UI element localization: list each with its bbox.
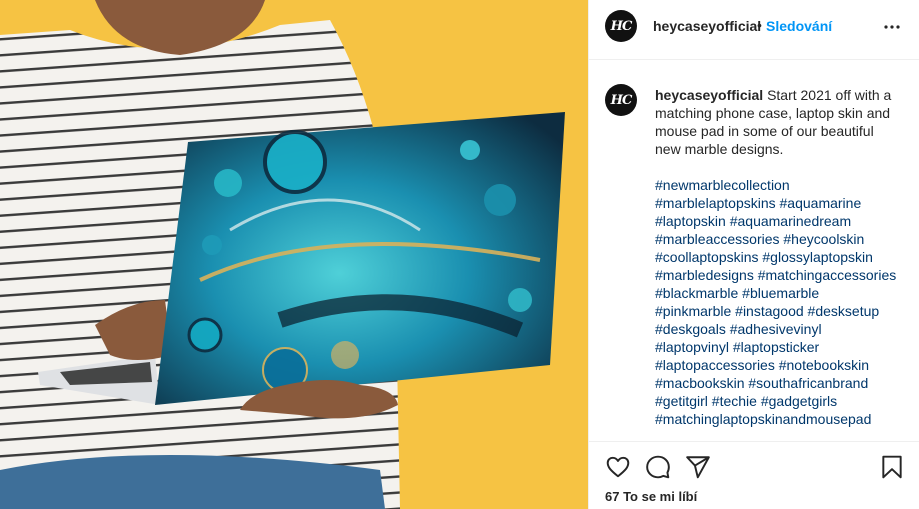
caption: heycaseyofficial Start 2021 off with a m… <box>655 86 901 428</box>
hashtag-list: #newmarblecollection #marblelaptopskins … <box>655 176 901 428</box>
hashtag-line[interactable]: #marbleaccessories #heycoolskin <box>655 231 864 247</box>
hashtag-line[interactable]: #laptopaccessories #notebookskin <box>655 357 869 373</box>
hashtag-line[interactable]: #deskgoals #adhesivevinyl <box>655 321 822 337</box>
bookmark-icon[interactable] <box>879 454 905 480</box>
hashtag-line[interactable]: #pinkmarble #instagood #desksetup <box>655 303 879 319</box>
hashtag-line[interactable]: #blackmarble #bluemarble <box>655 285 819 301</box>
hashtag-line[interactable]: #laptopskin #aquamarinedream <box>655 213 851 229</box>
hashtag-line[interactable]: #marbledesigns #matchingaccessories <box>655 267 896 283</box>
hashtag-line[interactable]: #matchinglaptopskinandmousepad <box>655 411 871 427</box>
header-username[interactable]: heycaseyofficial <box>653 18 761 34</box>
heart-icon[interactable] <box>605 454 631 480</box>
hashtag-line[interactable]: #getitgirl #techie #gadgetgirls <box>655 393 837 409</box>
caption-area: HC heycaseyofficial Start 2021 off with … <box>589 61 919 441</box>
caption-avatar[interactable]: HC <box>605 84 637 116</box>
instagram-post: HC heycaseyofficial • Sledování HC heyca… <box>0 0 919 509</box>
ellipsis-icon[interactable] <box>880 15 904 39</box>
hashtag-line[interactable]: #laptopvinyl #laptopsticker <box>655 339 819 355</box>
post-sidebar: HC heycaseyofficial • Sledování HC heyca… <box>588 0 919 509</box>
send-icon[interactable] <box>685 454 711 480</box>
action-bar: 67 To se mi líbí <box>589 441 919 509</box>
hashtag-line[interactable]: #marblelaptopskins #aquamarine <box>655 195 861 211</box>
photo-illustration <box>0 0 565 509</box>
caption-username[interactable]: heycaseyofficial <box>655 87 763 103</box>
hashtag-line[interactable]: #newmarblecollection <box>655 177 790 193</box>
likes-count[interactable]: 67 To se mi líbí <box>605 489 697 504</box>
post-header: HC heycaseyofficial • Sledování <box>589 0 919 60</box>
comment-icon[interactable] <box>645 454 671 480</box>
hashtag-line[interactable]: #macbookskin #southafricanbrand <box>655 375 868 391</box>
laptop-lid <box>155 112 565 405</box>
avatar[interactable]: HC <box>605 10 637 42</box>
post-photo[interactable] <box>0 0 588 509</box>
follow-button[interactable]: Sledování <box>766 18 832 34</box>
separator-dot: • <box>757 17 762 33</box>
hashtag-line[interactable]: #coollaptopskins #glossylaptopskin <box>655 249 873 265</box>
